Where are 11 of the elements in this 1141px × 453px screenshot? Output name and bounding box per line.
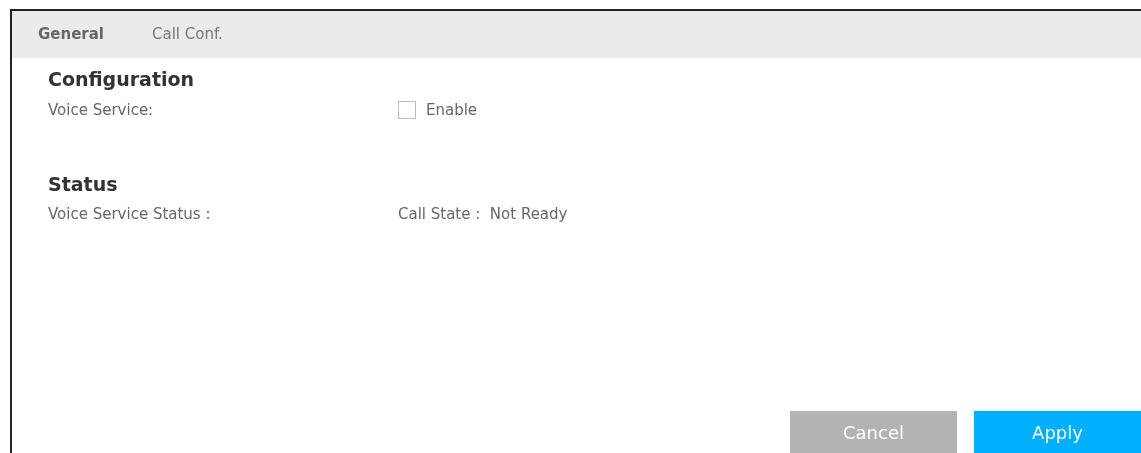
checkbox-label: Enable <box>426 99 478 121</box>
field-label: Voice Service: <box>48 99 155 121</box>
checkbox[interactable] <box>398 100 416 119</box>
cancel-button[interactable]: Cancel <box>790 411 957 453</box>
section-heading: Configuration <box>48 68 196 91</box>
status-value: Call State : Not Ready <box>398 204 568 226</box>
section-heading: Status <box>48 172 119 196</box>
field-label: Voice Service Status : <box>48 204 212 226</box>
apply-button[interactable]: Apply <box>974 411 1141 453</box>
tab[interactable]: Call Conf. <box>152 23 223 46</box>
tab[interactable]: General <box>38 23 104 46</box>
